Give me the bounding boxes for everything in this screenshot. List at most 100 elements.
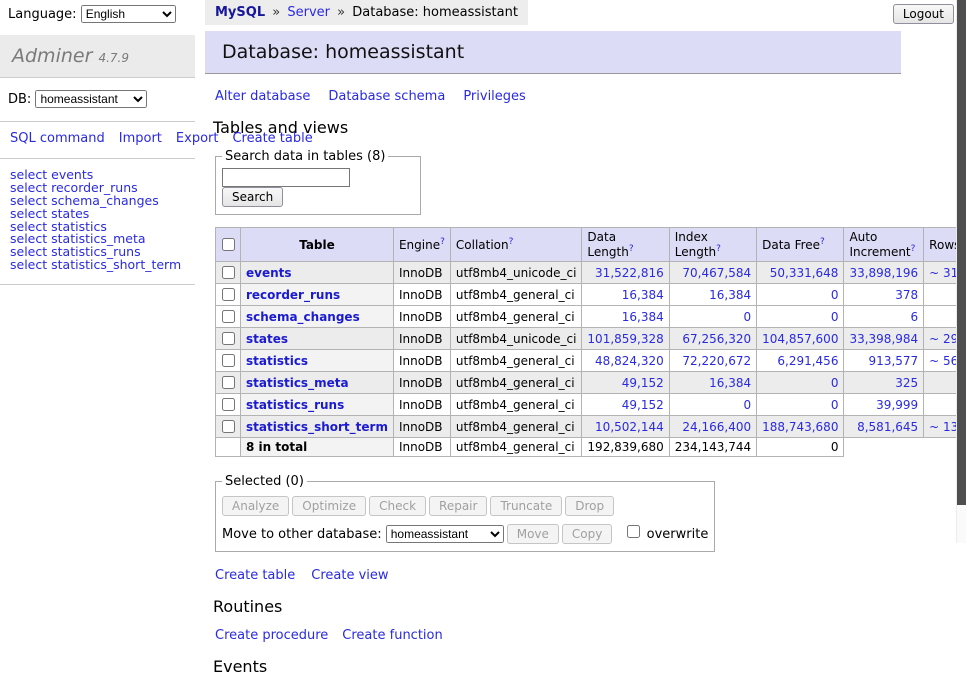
row-checkbox[interactable] (222, 310, 235, 323)
breadcrumb-mysql-link[interactable]: MySQL (215, 5, 265, 20)
table-row: eventsInnoDButf8mb4_unicode_ci31,522,816… (216, 262, 966, 284)
table-name-cell: recorder_runs (241, 284, 394, 306)
collation-cell: utf8mb4_general_ci (450, 394, 582, 416)
data-length-cell: 49,152 (582, 394, 669, 416)
select-all-checkbox[interactable] (222, 238, 235, 251)
data-free-cell: 188,743,680 (757, 416, 844, 438)
row-checkbox[interactable] (222, 398, 235, 411)
auto-increment-cell[interactable]: 33,898,196 (844, 262, 924, 284)
header-checkbox-cell (216, 228, 241, 262)
column-header-index-length: Index Length? (669, 228, 756, 262)
column-header-data-length: Data Length? (582, 228, 669, 262)
data-length-cell: 16,384 (582, 284, 669, 306)
table-name-link[interactable]: statistics_meta (246, 376, 349, 390)
row-checkbox[interactable] (222, 266, 235, 279)
database-action-link[interactable]: Privileges (463, 89, 526, 104)
row-checkbox[interactable] (222, 376, 235, 389)
engine-cell: InnoDB (393, 284, 450, 306)
help-link[interactable]: ? (629, 244, 634, 254)
breadcrumb-server-link[interactable]: Server (287, 5, 330, 20)
total-engine-cell: InnoDB (393, 438, 450, 457)
sidebar-menu-link[interactable]: Create table (232, 131, 312, 146)
breadcrumb-separator: » (272, 5, 280, 20)
sidebar-table-link[interactable]: statistics_short_term (51, 257, 181, 272)
search-input[interactable] (222, 168, 350, 187)
overwrite-option: overwrite (623, 527, 709, 542)
create-link[interactable]: Create table (215, 568, 295, 583)
help-link[interactable]: ? (911, 244, 916, 254)
table-row: recorder_runsInnoDButf8mb4_general_ci16,… (216, 284, 966, 306)
routine-link[interactable]: Create procedure (215, 628, 328, 643)
move-action-button[interactable]: Copy (562, 524, 612, 544)
auto-increment-cell[interactable]: 913,577 (844, 350, 924, 372)
table-name-link[interactable]: events (246, 266, 292, 280)
table-name-link[interactable]: statistics_runs (246, 398, 344, 412)
overwrite-checkbox[interactable] (627, 525, 640, 538)
column-header-table: Table (241, 228, 394, 262)
auto-increment-cell[interactable]: 8,581,645 (844, 416, 924, 438)
table-name-link[interactable]: statistics (246, 354, 308, 368)
index-length-cell: 16,384 (669, 372, 756, 394)
table-name-cell: statistics (241, 350, 394, 372)
auto-increment-cell[interactable]: 325 (844, 372, 924, 394)
auto-increment-cell[interactable]: 378 (844, 284, 924, 306)
db-selector-row: DB: homeassistant (0, 78, 195, 122)
vertical-scrollbar[interactable] (956, 0, 966, 543)
row-checkbox[interactable] (222, 288, 235, 301)
selected-action-button[interactable]: Analyze (222, 496, 289, 516)
database-action-link[interactable]: Database schema (328, 89, 445, 104)
move-row: Move to other database: homeassistantMov… (222, 522, 708, 544)
column-header-engine: Engine? (393, 228, 450, 262)
sidebar-menu-links: SQL commandImportExportCreate table (0, 122, 195, 159)
auto-increment-cell[interactable]: 6 (844, 306, 924, 328)
sidebar-menu-link[interactable]: SQL command (10, 131, 105, 146)
help-link[interactable]: ? (440, 237, 445, 247)
select-data-link[interactable]: select (10, 257, 47, 272)
move-action-button[interactable]: Move (507, 524, 559, 544)
total-row: 8 in totalInnoDButf8mb4_general_ci192,83… (216, 438, 966, 457)
data-length-cell: 16,384 (582, 306, 669, 328)
row-checkbox-cell (216, 394, 241, 416)
row-checkbox[interactable] (222, 420, 235, 433)
index-length-cell: 67,256,320 (669, 328, 756, 350)
breadcrumb: MySQL » Server » Database: homeassistant (205, 0, 528, 25)
table-name-link[interactable]: statistics_short_term (246, 420, 388, 434)
row-checkbox[interactable] (222, 354, 235, 367)
search-button[interactable]: Search (222, 187, 283, 207)
help-link[interactable]: ? (509, 237, 514, 247)
data-length-cell: 10,502,144 (582, 416, 669, 438)
database-action-link[interactable]: Alter database (215, 89, 310, 104)
auto-increment-cell[interactable]: 33,398,984 (844, 328, 924, 350)
selected-action-button[interactable]: Optimize (292, 496, 366, 516)
routine-link[interactable]: Create function (342, 628, 442, 643)
breadcrumb-separator: » (337, 5, 345, 20)
auto-increment-cell[interactable]: 39,999 (844, 394, 924, 416)
search-legend: Search data in tables (8) (222, 149, 388, 164)
column-header-data-free: Data Free? (757, 228, 844, 262)
selected-action-button[interactable]: Truncate (490, 496, 562, 516)
index-length-cell: 16,384 (669, 284, 756, 306)
help-link[interactable]: ? (820, 237, 825, 247)
index-length-cell: 0 (669, 394, 756, 416)
row-checkbox-cell (216, 306, 241, 328)
row-checkbox[interactable] (222, 332, 235, 345)
move-db-select[interactable]: homeassistant (386, 525, 504, 543)
selected-action-button[interactable]: Check (369, 496, 426, 516)
logout-button[interactable]: Logout (893, 4, 954, 24)
language-select[interactable]: English (81, 5, 176, 23)
table-name-link[interactable]: states (246, 332, 288, 346)
selected-action-button[interactable]: Repair (429, 496, 487, 516)
selected-fieldset: Selected (0) AnalyzeOptimizeCheckRepairT… (215, 474, 715, 552)
data-free-cell: 0 (757, 284, 844, 306)
table-name-link[interactable]: schema_changes (246, 310, 360, 324)
sidebar-menu-link[interactable]: Import (119, 131, 162, 146)
selected-action-button[interactable]: Drop (565, 496, 614, 516)
scrollbar-thumb[interactable] (957, 0, 966, 505)
sidebar-menu-link[interactable]: Export (176, 131, 219, 146)
create-link[interactable]: Create view (311, 568, 388, 583)
tables-list: TableEngine?Collation?Data Length?Index … (215, 227, 966, 457)
help-link[interactable]: ? (716, 244, 721, 254)
db-select[interactable]: homeassistant (35, 90, 147, 108)
data-free-cell: 0 (757, 394, 844, 416)
table-name-link[interactable]: recorder_runs (246, 288, 340, 302)
